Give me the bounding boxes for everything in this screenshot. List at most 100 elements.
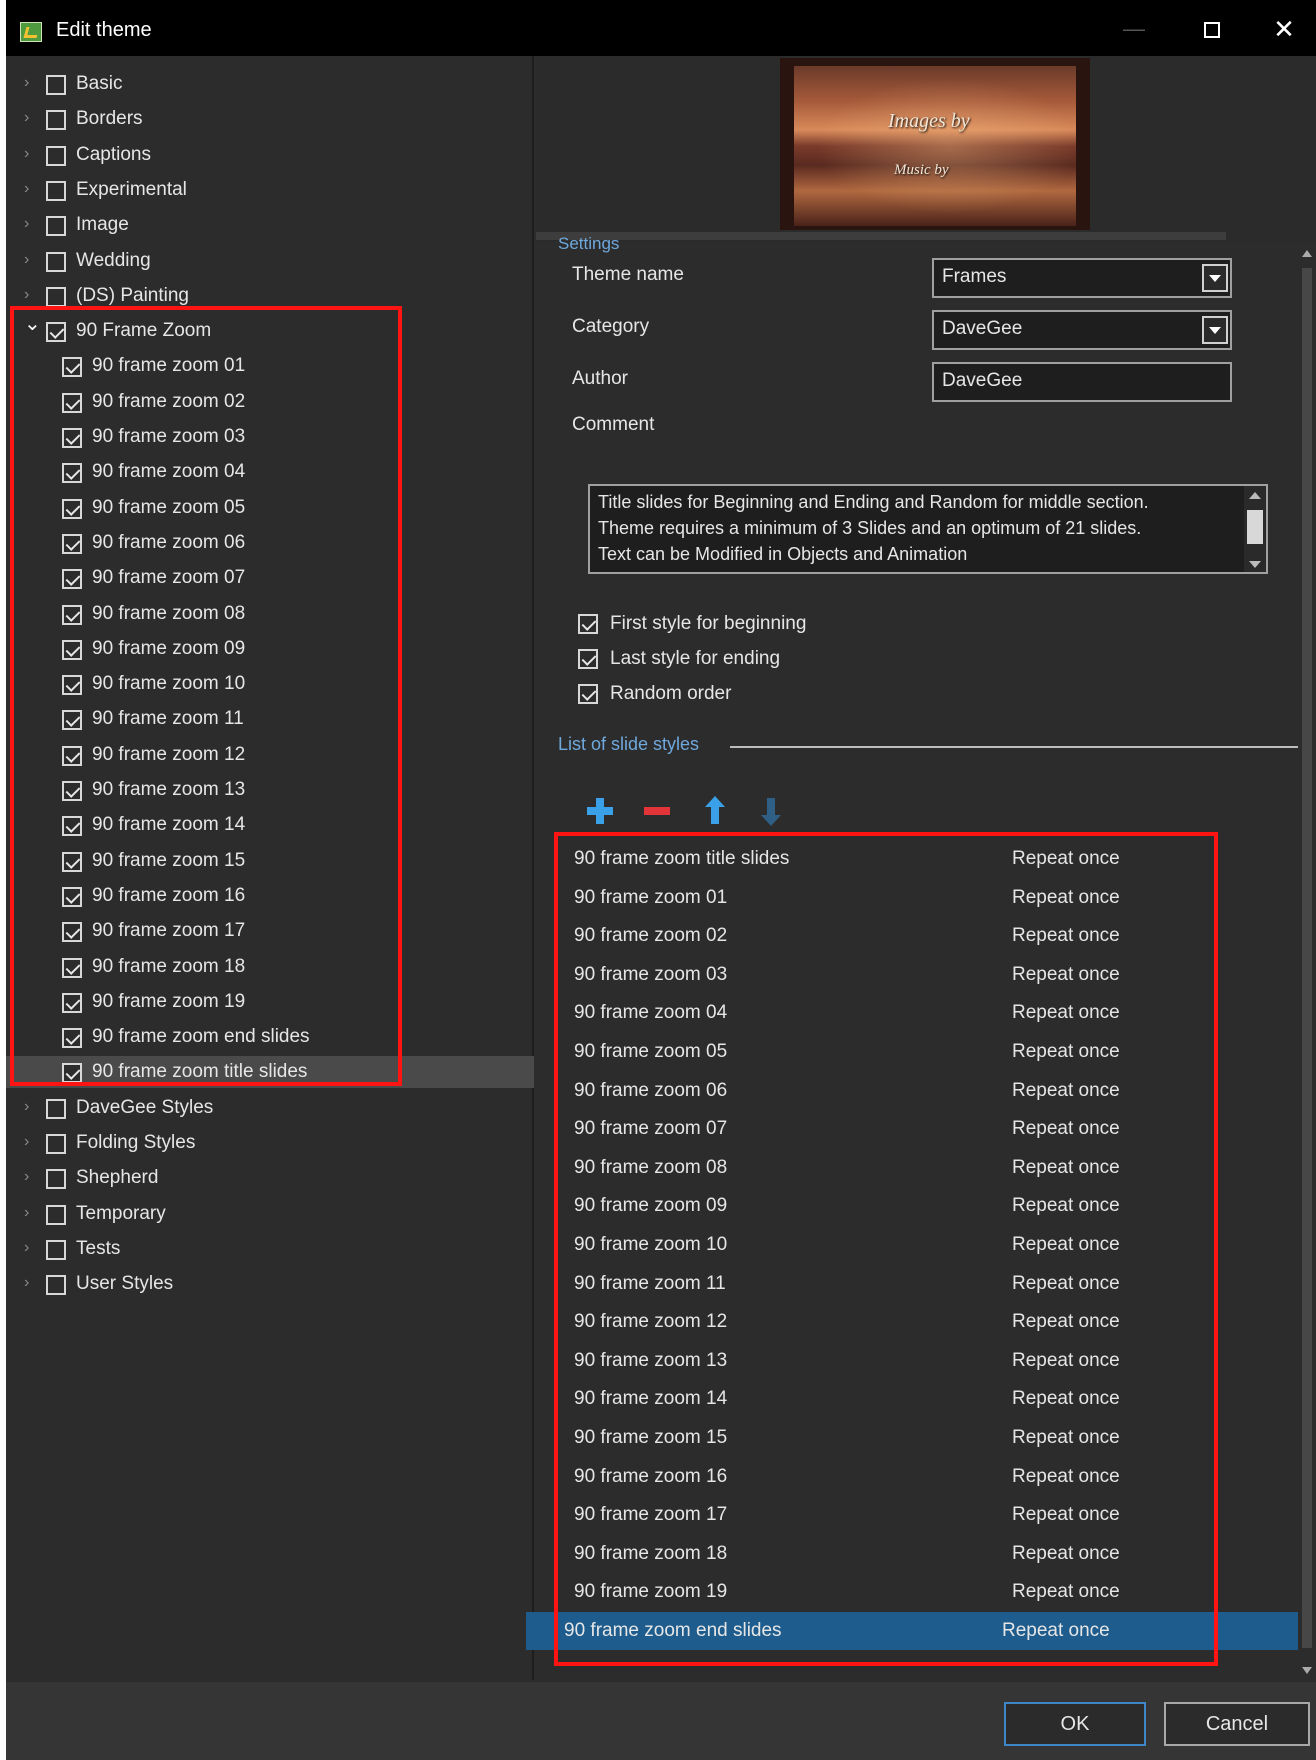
theme-name-combo[interactable]: Frames — [932, 258, 1232, 298]
tree-group[interactable]: › Tests — [6, 1233, 534, 1265]
slide-style-row[interactable]: 90 frame zoom 06 Repeat once — [546, 1072, 1266, 1110]
checkbox-checked-icon[interactable] — [62, 851, 82, 872]
tree-group[interactable]: › User Styles — [6, 1268, 534, 1300]
move-up-icon[interactable] — [700, 796, 730, 826]
close-button[interactable]: ✕ — [1264, 14, 1304, 44]
chevron-right-icon[interactable]: › — [24, 1239, 38, 1257]
category-combo[interactable]: DaveGee — [932, 310, 1232, 350]
tree-group[interactable]: › Basic — [6, 68, 534, 100]
tree-item[interactable]: 90 frame zoom 01 — [6, 350, 534, 382]
checkbox-checked-icon[interactable] — [62, 357, 82, 378]
tree-item[interactable]: 90 frame zoom 07 — [6, 562, 534, 594]
checkbox-checked-icon[interactable] — [62, 781, 82, 801]
add-icon[interactable] — [584, 796, 614, 826]
tree-item[interactable]: 90 frame zoom 11 — [6, 703, 534, 735]
slide-style-row[interactable]: 90 frame zoom 05 Repeat once — [546, 1033, 1266, 1071]
chevron-right-icon[interactable]: › — [24, 180, 38, 198]
slide-style-row[interactable]: 90 frame zoom 13 Repeat once — [546, 1342, 1266, 1380]
checkbox-unchecked-icon[interactable] — [46, 1239, 66, 1260]
slide-style-row[interactable]: 90 frame zoom title slides Repeat once — [546, 840, 1266, 878]
slide-style-row[interactable]: 90 frame zoom 09 Repeat once — [546, 1187, 1266, 1225]
tree-group[interactable]: › (DS) Painting — [6, 280, 534, 312]
slide-style-row[interactable]: 90 frame zoom 04 Repeat once — [546, 994, 1266, 1032]
checkbox-checked-icon[interactable] — [62, 886, 82, 907]
slide-style-row[interactable]: 90 frame zoom 17 Repeat once — [546, 1496, 1266, 1534]
tree-item[interactable]: 90 frame zoom 03 — [6, 421, 534, 453]
tree-item[interactable]: 90 frame zoom 13 — [6, 774, 534, 806]
settings-scrollbar[interactable] — [1298, 244, 1316, 1680]
slide-style-row[interactable]: 90 frame zoom 19 Repeat once — [546, 1573, 1266, 1611]
slide-style-row[interactable]: 90 frame zoom end slides Repeat once — [526, 1612, 1298, 1650]
tree-item[interactable]: 90 frame zoom 06 — [6, 527, 534, 559]
chevron-right-icon[interactable]: › — [24, 109, 38, 127]
comment-textarea[interactable]: Title slides for Beginning and Ending an… — [588, 484, 1268, 574]
slide-style-row[interactable]: 90 frame zoom 02 Repeat once — [546, 917, 1266, 955]
slide-style-row[interactable]: 90 frame zoom 15 Repeat once — [546, 1419, 1266, 1457]
checkbox-unchecked-icon[interactable] — [46, 1169, 66, 1190]
slide-style-row[interactable]: 90 frame zoom 07 Repeat once — [546, 1110, 1266, 1148]
checkbox-checked-icon[interactable] — [62, 428, 82, 448]
maximize-button[interactable] — [1192, 14, 1232, 44]
tree-group[interactable]: › Image — [6, 209, 534, 241]
scroll-down-icon[interactable] — [1302, 1667, 1312, 1674]
checkbox-checked-icon[interactable] — [62, 816, 82, 837]
slide-style-row[interactable]: 90 frame zoom 12 Repeat once — [546, 1303, 1266, 1341]
move-down-icon[interactable] — [756, 796, 786, 826]
remove-icon[interactable] — [642, 796, 672, 826]
chevron-right-icon[interactable]: › — [24, 74, 38, 92]
checkbox-checked-icon[interactable] — [62, 1063, 82, 1084]
chevron-right-icon[interactable]: › — [24, 286, 38, 304]
checkbox-checked-icon[interactable] — [62, 604, 82, 625]
chevron-down-icon[interactable] — [1202, 264, 1228, 292]
tree-item[interactable]: 90 frame zoom 15 — [6, 845, 534, 877]
checkbox-unchecked-icon[interactable] — [46, 110, 66, 131]
checkbox-checked-icon[interactable] — [62, 392, 82, 413]
tree-item[interactable]: 90 frame zoom 17 — [6, 915, 534, 947]
checkbox-checked-icon[interactable] — [578, 684, 598, 704]
chevron-right-icon[interactable]: › — [24, 1204, 38, 1222]
tree-item[interactable]: 90 frame zoom 19 — [6, 986, 534, 1018]
tree-item[interactable]: 90 frame zoom title slides — [6, 1056, 534, 1089]
tree-group[interactable]: › DaveGee Styles — [6, 1092, 534, 1124]
checkbox-checked-icon[interactable] — [578, 649, 598, 669]
slide-style-row[interactable]: 90 frame zoom 14 Repeat once — [546, 1380, 1266, 1418]
tree-item[interactable]: 90 frame zoom 04 — [6, 456, 534, 488]
checkbox-checked-icon[interactable] — [62, 569, 82, 590]
checkbox-unchecked-icon[interactable] — [46, 1134, 66, 1154]
checkbox-unchecked-icon[interactable] — [46, 1275, 66, 1296]
checkbox-unchecked-icon[interactable] — [46, 75, 66, 95]
tree-group[interactable]: › Experimental — [6, 174, 534, 206]
checkbox-checked-icon[interactable] — [62, 992, 82, 1013]
chevron-right-icon[interactable]: › — [24, 215, 38, 233]
checkbox-checked-icon[interactable] — [62, 1028, 82, 1049]
scroll-down-icon[interactable] — [1249, 561, 1261, 568]
tree-group[interactable]: ⌄ 90 Frame Zoom — [6, 314, 534, 347]
slide-style-row[interactable]: 90 frame zoom 11 Repeat once — [546, 1265, 1266, 1303]
slide-style-row[interactable]: 90 frame zoom 10 Repeat once — [546, 1226, 1266, 1264]
chevron-right-icon[interactable]: › — [24, 145, 38, 163]
scroll-up-icon[interactable] — [1249, 492, 1261, 499]
tree-group[interactable]: › Borders — [6, 103, 534, 135]
ok-button[interactable]: OK — [1004, 1702, 1146, 1746]
chevron-down-icon[interactable] — [1202, 316, 1228, 344]
tree-item[interactable]: 90 frame zoom 14 — [6, 809, 534, 841]
slide-style-row[interactable]: 90 frame zoom 01 Repeat once — [546, 879, 1266, 917]
tree-item[interactable]: 90 frame zoom 16 — [6, 880, 534, 912]
checkbox-checked-icon[interactable] — [62, 710, 82, 731]
tree-item[interactable]: 90 frame zoom 02 — [6, 386, 534, 418]
checkbox-unchecked-icon[interactable] — [46, 1098, 66, 1119]
checkbox-unchecked-icon[interactable] — [46, 286, 66, 307]
checkbox-checked-icon[interactable] — [62, 463, 82, 484]
tree-item[interactable]: 90 frame zoom 09 — [6, 633, 534, 665]
tree-item[interactable]: 90 frame zoom 05 — [6, 492, 534, 524]
checkbox-unchecked-icon[interactable] — [46, 1204, 66, 1225]
checkbox-checked-icon[interactable] — [62, 639, 82, 660]
checkbox-unchecked-icon[interactable] — [46, 216, 66, 237]
checkbox-checked-icon[interactable] — [62, 498, 82, 519]
tree-group[interactable]: › Wedding — [6, 245, 534, 277]
chevron-right-icon[interactable]: › — [24, 1274, 38, 1292]
slide-style-row[interactable]: 90 frame zoom 18 Repeat once — [546, 1535, 1266, 1573]
chevron-right-icon[interactable]: › — [24, 1168, 38, 1186]
slide-style-row[interactable]: 90 frame zoom 08 Repeat once — [546, 1149, 1266, 1187]
chevron-down-icon[interactable]: ⌄ — [24, 314, 41, 334]
